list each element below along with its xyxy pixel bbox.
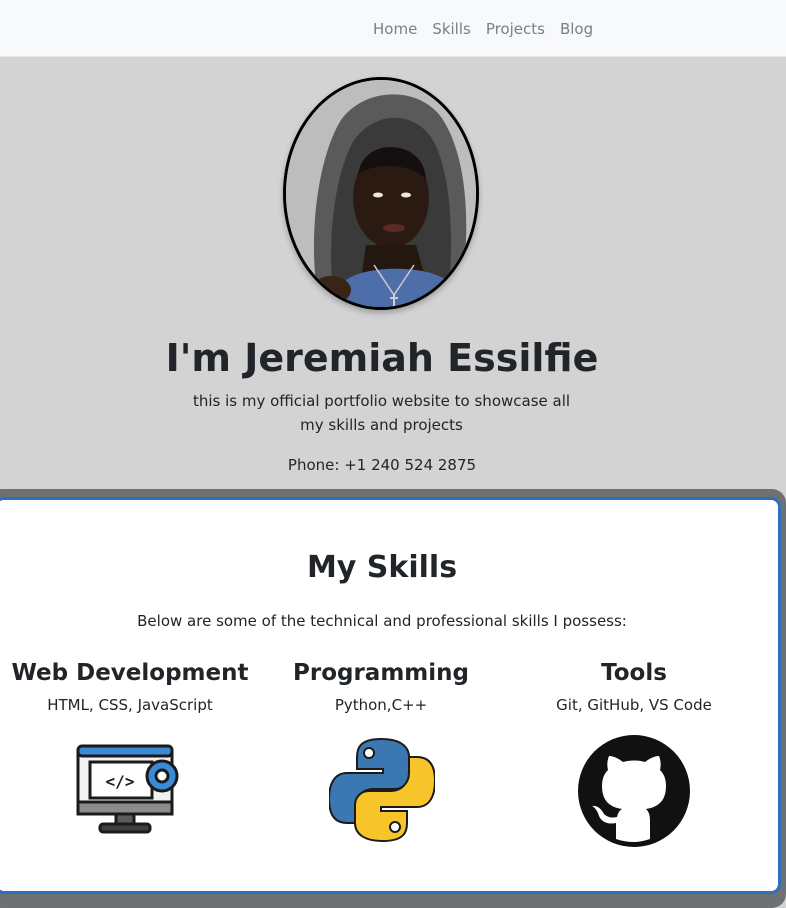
skill-name: Web Development [11, 660, 249, 686]
skill-name: Tools [601, 660, 667, 686]
hero-title: I'm Jeremiah Essilfie [165, 336, 599, 380]
nav-home-link[interactable]: Home [373, 18, 417, 40]
skill-desc: HTML, CSS, JavaScript [47, 696, 213, 714]
nav-blog-link[interactable]: Blog [560, 18, 593, 40]
nav-projects-link[interactable]: Projects [486, 18, 545, 40]
skill-programming: Programming Python,C++ [251, 656, 511, 716]
svg-text:</>: </> [106, 772, 135, 791]
python-icon [329, 737, 435, 843]
github-icon [578, 735, 690, 847]
skill-desc: Python,C++ [334, 696, 428, 714]
skill-web-development: Web Development HTML, CSS, JavaScript [0, 656, 260, 716]
hero-subtitle: this is my official portfolio website to… [192, 392, 571, 434]
nav-skills-link[interactable]: Skills [432, 18, 471, 40]
profile-photo [283, 77, 479, 310]
skills-title: My Skills [306, 550, 458, 585]
nav-links: Home Skills Projects Blog [373, 18, 608, 40]
skill-tools: Tools Git, GitHub, VS Code [504, 656, 764, 716]
profile-photo-illustration [286, 80, 476, 307]
hero-section: I'm Jeremiah Essilfie this is my officia… [0, 57, 786, 489]
web-development-icon: </> [76, 744, 179, 834]
skills-intro: Below are some of the technical and prof… [137, 612, 627, 630]
hero-phone: Phone: +1 240 524 2875 [287, 456, 477, 474]
skill-desc: Git, GitHub, VS Code [556, 696, 712, 714]
top-navbar: Home Skills Projects Blog [0, 0, 786, 57]
skill-name: Programming [293, 660, 469, 686]
